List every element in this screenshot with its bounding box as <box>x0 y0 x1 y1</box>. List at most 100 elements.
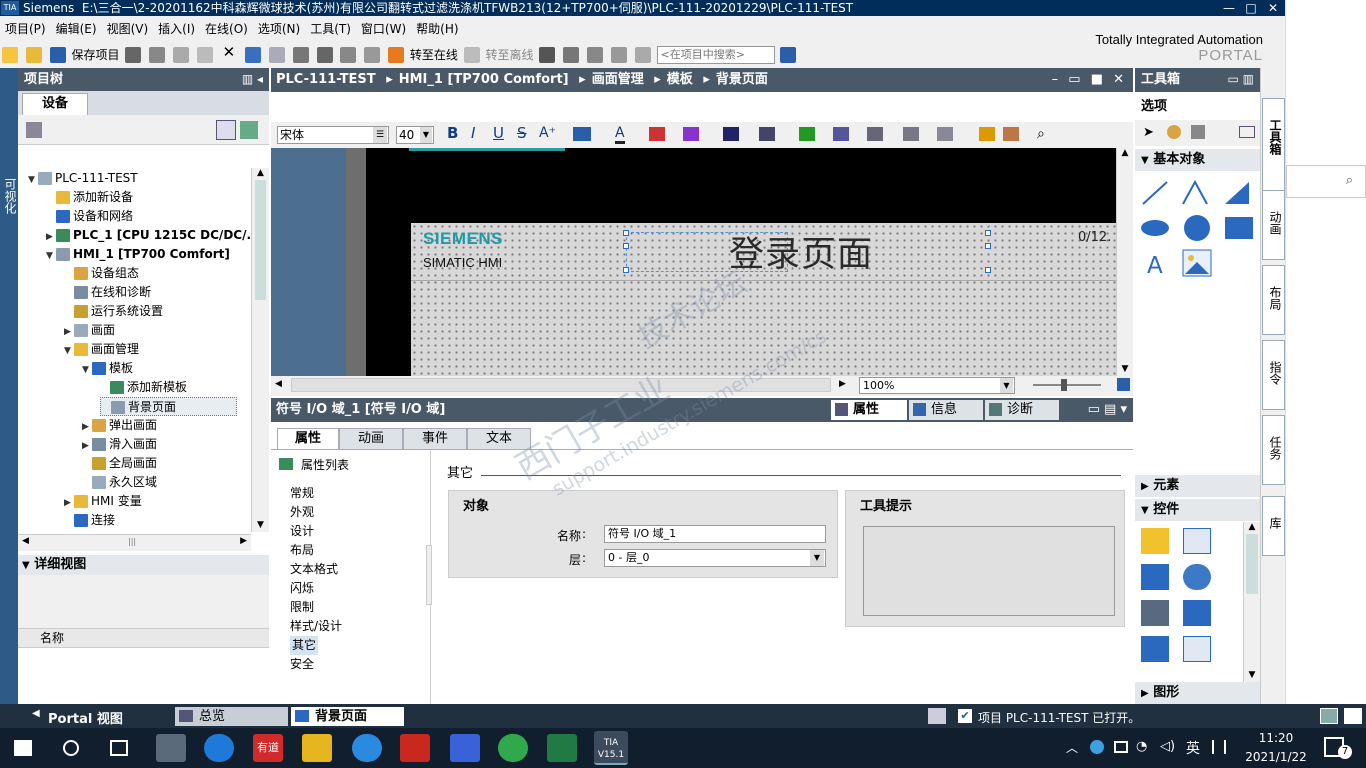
refresh-icon[interactable] <box>240 121 258 139</box>
tree-node[interactable]: ▼ HMI_1 [TP700 Comfort] <box>46 245 230 264</box>
toolbox-controls-icon[interactable]: ▭ ▥ <box>1228 68 1255 91</box>
selection-handle[interactable] <box>985 243 991 249</box>
inspector-tab-properties[interactable]: 属性 <box>831 400 907 420</box>
tree-node[interactable]: 在线和诊断 <box>64 283 151 302</box>
tia-portal-app-icon[interactable]: TIA V15.1 <box>594 731 628 765</box>
new-project-icon[interactable] <box>2 47 18 63</box>
go-offline-button[interactable]: 转至离线 <box>486 46 534 64</box>
inspector-controls-icon[interactable]: ▭ ▤ ▾ <box>1088 398 1127 422</box>
strikethrough-icon[interactable]: S <box>517 124 527 142</box>
background-page-tab[interactable]: 背景页面 <box>291 707 404 726</box>
portal-view-button[interactable]: Portal 视图 <box>48 708 123 727</box>
tab-properties[interactable]: 属性 <box>277 428 339 450</box>
align-icon[interactable] <box>573 127 591 141</box>
breadcrumb-hmi[interactable]: HMI_1 [TP700 Comfort] <box>399 72 569 87</box>
distribute-icon[interactable] <box>903 127 919 141</box>
portal-arrow-icon[interactable]: ◀ <box>32 708 40 719</box>
panel-controls-icon[interactable]: ▥ ◂ <box>242 68 263 91</box>
list-view-icon[interactable] <box>216 120 236 140</box>
clock-date[interactable]: 2021/1/22 <box>1240 750 1312 764</box>
tree-node[interactable]: 设备和网络 <box>46 207 133 226</box>
controls-header[interactable]: ▼ 控件 <box>1135 499 1260 521</box>
tab-texts[interactable]: 文本 <box>467 428 531 450</box>
tree-node[interactable]: ▶ 画面 <box>64 321 115 340</box>
menu-window[interactable]: 窗口(W) <box>356 16 411 43</box>
status-list-icon[interactable] <box>1344 708 1362 724</box>
tooltip-text-area[interactable] <box>863 526 1115 616</box>
selection-handle[interactable] <box>985 230 991 236</box>
fit-view-icon[interactable] <box>1117 378 1130 391</box>
volume-icon[interactable]: ◁) <box>1160 739 1175 754</box>
copy-icon[interactable] <box>172 47 189 63</box>
tree-node[interactable]: ▼ PLC-111-TEST <box>28 169 138 188</box>
tree-node[interactable]: 添加新模板 <box>100 378 187 397</box>
menu-help[interactable]: 帮助(H) <box>411 16 463 43</box>
polygon-tool-icon[interactable] <box>1225 182 1249 204</box>
task-view-icon[interactable] <box>110 740 128 756</box>
tree-node[interactable]: ▼ 模板 <box>82 359 133 378</box>
tree-node[interactable]: 连接 <box>64 511 115 530</box>
line-width-icon[interactable] <box>759 127 775 141</box>
inspector-tab-info[interactable]: 信息 <box>909 400 983 420</box>
prop-text-format[interactable]: 文本格式 <box>290 560 338 579</box>
youdao-app-icon[interactable]: 有道 <box>253 734 283 762</box>
recipe-view-icon[interactable] <box>1141 600 1169 626</box>
menu-insert[interactable]: 插入(I) <box>153 16 200 43</box>
taskcard-instructions[interactable]: 指令 <box>1262 340 1285 410</box>
toolbox-layout-icon[interactable] <box>1239 126 1255 138</box>
save-icon[interactable] <box>49 47 66 63</box>
siemens-logo[interactable]: SIEMENS <box>423 229 503 249</box>
download-icon[interactable] <box>316 47 333 63</box>
network-icon[interactable]: ◔ <box>1136 739 1147 754</box>
tray-chevron-icon[interactable]: ︿ <box>1066 739 1078 756</box>
ime-mode-icon[interactable] <box>1212 740 1226 754</box>
selection-handle[interactable] <box>985 267 991 273</box>
underline-icon[interactable]: U <box>493 124 504 142</box>
pointer-icon[interactable]: ➤ <box>1143 125 1154 140</box>
split-vertical-icon[interactable] <box>634 47 651 63</box>
prop-security[interactable]: 安全 <box>290 655 314 674</box>
ellipse-tool-icon[interactable] <box>1141 220 1169 236</box>
delete-icon[interactable]: ✕ <box>223 43 236 61</box>
menu-edit[interactable]: 编辑(E) <box>51 16 102 43</box>
taskcard-tasks[interactable]: 任务 <box>1262 415 1285 485</box>
save-project-button[interactable]: 保存项目 <box>71 46 119 64</box>
simatic-hmi-label[interactable]: SIMATIC HMI <box>423 255 502 270</box>
browser-app-icon[interactable] <box>352 734 382 762</box>
split-horizontal-icon[interactable] <box>610 47 627 63</box>
tab-animations[interactable]: 动画 <box>339 428 403 450</box>
printer-job-icon[interactable] <box>1141 636 1169 662</box>
prop-miscellaneous[interactable]: 其它 <box>290 636 319 655</box>
fill-color-icon[interactable] <box>649 127 665 141</box>
compile-icon[interactable] <box>292 47 309 63</box>
accessible-devices-icon[interactable] <box>539 47 556 63</box>
tray-app-icon[interactable] <box>1090 740 1104 754</box>
pdf-app-icon[interactable] <box>400 734 430 762</box>
tree-vertical-scrollbar[interactable]: ▲ ▼ <box>251 168 269 532</box>
open-project-icon[interactable] <box>25 47 42 63</box>
canvas-vertical-scrollbar[interactable]: ▲ ▼ <box>1116 148 1133 376</box>
print-icon[interactable] <box>125 47 142 63</box>
layer-icon[interactable] <box>1003 127 1019 141</box>
excel-app-icon[interactable] <box>547 734 577 762</box>
inspector-tab-diagnostics[interactable]: 诊断 <box>985 400 1059 420</box>
selection-handle[interactable] <box>623 243 629 249</box>
tree-node[interactable]: ▼ 画面管理 <box>64 340 139 359</box>
breadcrumb-screen-mgmt[interactable]: 画面管理 <box>592 72 644 87</box>
text-tool-icon[interactable]: A <box>1147 253 1163 279</box>
menu-options[interactable]: 选项(N) <box>253 16 305 43</box>
scroll-right-icon[interactable]: ▶ <box>839 379 846 389</box>
italic-icon[interactable]: I <box>471 124 475 142</box>
clock-time[interactable]: 11:20 <box>1244 731 1308 745</box>
taskcard-libraries[interactable]: 库 <box>1262 496 1285 556</box>
zoom-slider[interactable] <box>1033 384 1101 386</box>
taskcard-layout[interactable]: 布局 <box>1262 265 1285 335</box>
tree-node[interactable]: ▶ PLC_1 [CPU 1215C DC/DC/... <box>46 226 251 245</box>
prop-layout[interactable]: 布局 <box>290 541 314 560</box>
bold-icon[interactable]: B <box>447 124 458 142</box>
tree-node[interactable]: 添加新设备 <box>46 188 133 207</box>
menu-tools[interactable]: 工具(T) <box>305 16 356 43</box>
tree-node[interactable]: ▶ 弹出画面 <box>82 416 157 435</box>
g-app-icon[interactable] <box>450 734 480 762</box>
portal-side-strip[interactable]: 可视化 <box>0 68 18 704</box>
